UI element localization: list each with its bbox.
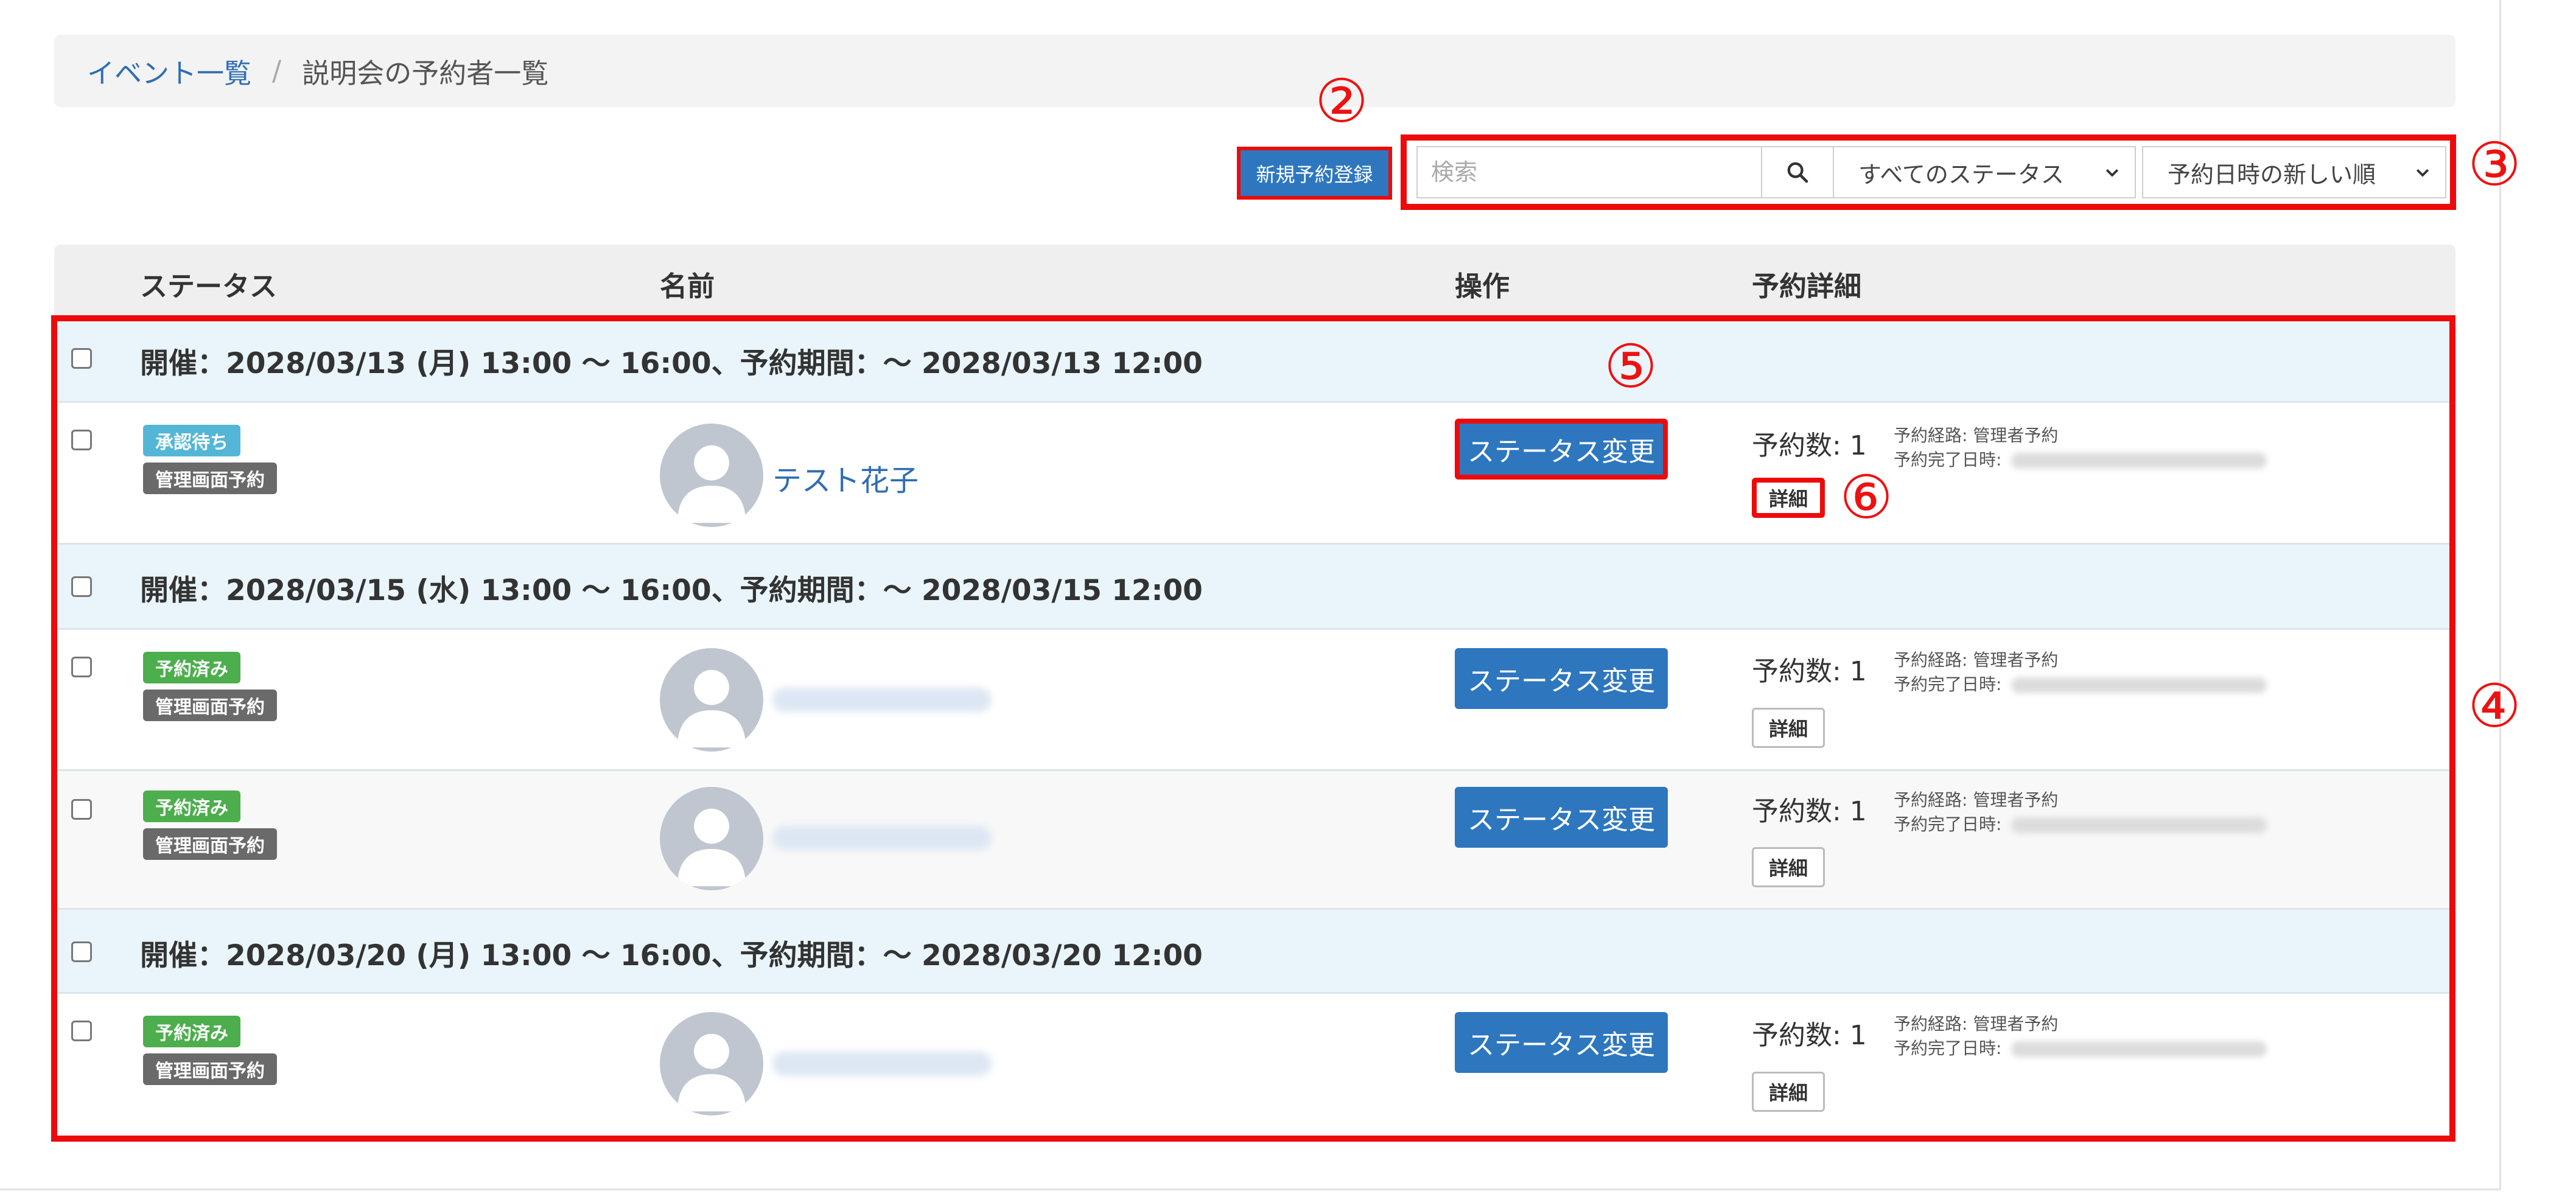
column-header-action: 操作: [1455, 270, 1510, 302]
chevron-down-icon: [2105, 169, 2119, 177]
status-filter-select[interactable]: すべてのステータス: [1833, 146, 2136, 198]
marker-3: ③: [2468, 130, 2521, 200]
chevron-down-icon: [2416, 169, 2429, 177]
search-button[interactable]: [1761, 146, 1834, 198]
column-header-status: ステータス: [140, 270, 278, 302]
breadcrumb: イベント一覧 / 説明会の予約者一覧: [54, 35, 2455, 107]
table-body-highlight-box: [51, 315, 2455, 1142]
column-header-name: 名前: [660, 270, 715, 302]
column-header-details: 予約詳細: [1752, 270, 1862, 302]
new-reservation-button[interactable]: 新規予約登録: [1237, 147, 1392, 200]
search-input[interactable]: [1416, 146, 1762, 198]
marker-6: ⑥: [1839, 463, 1893, 532]
marker-2: ②: [1315, 67, 1368, 136]
search-icon: [1787, 162, 1808, 183]
status-filter-value: すべてのステータス: [1858, 161, 2064, 188]
sort-order-select[interactable]: 予約日時の新しい順: [2142, 146, 2446, 198]
breadcrumb-event-list-link[interactable]: イベント一覧: [87, 51, 251, 91]
sort-order-value: 予約日時の新しい順: [2168, 161, 2376, 188]
marker-5: ⑤: [1604, 332, 1657, 402]
breadcrumb-current: 説明会の予約者一覧: [302, 57, 549, 89]
table-header: ステータス 名前 操作 予約詳細: [54, 245, 2455, 316]
breadcrumb-separator: /: [272, 55, 282, 87]
marker-4: ④: [2468, 672, 2521, 741]
